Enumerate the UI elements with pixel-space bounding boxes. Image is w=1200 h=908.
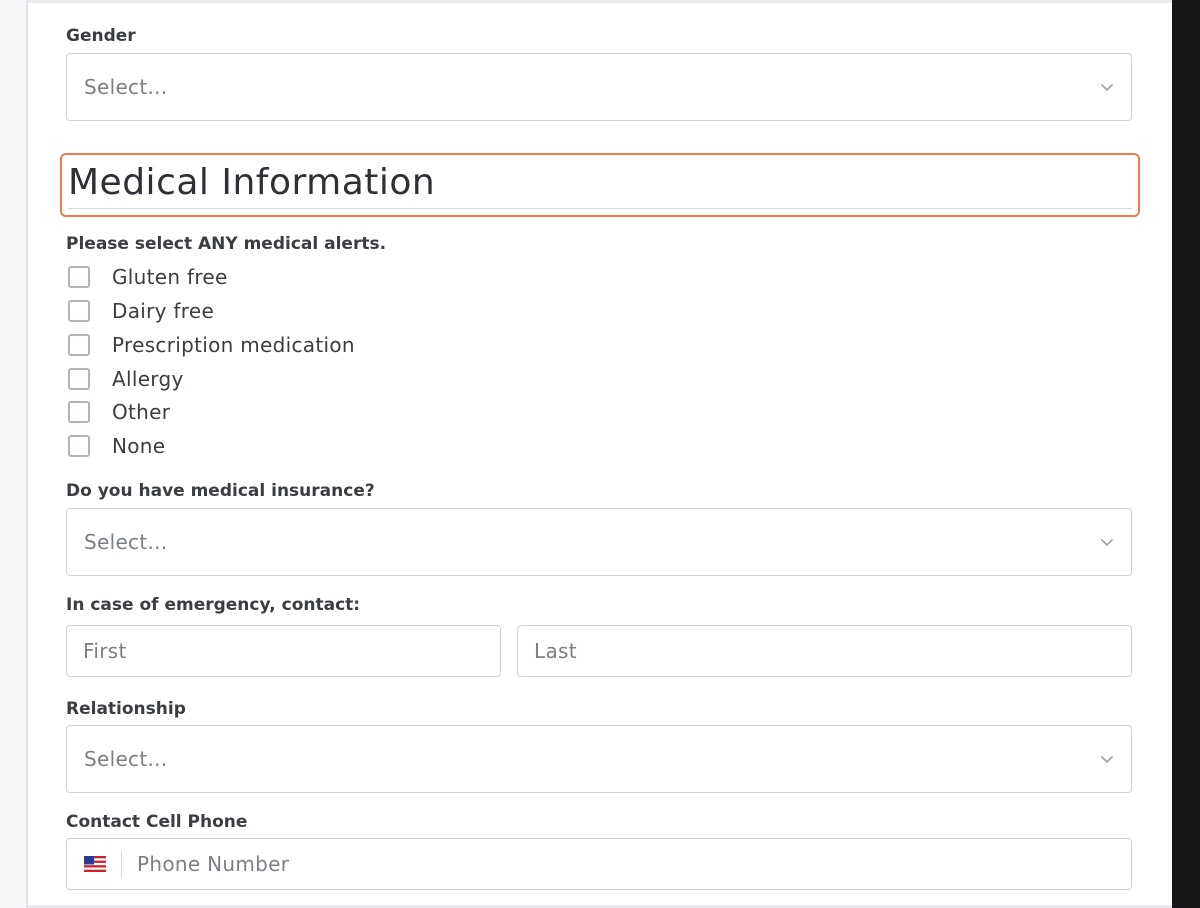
section-title: Medical Information bbox=[68, 162, 436, 203]
gender-label: Gender bbox=[66, 26, 136, 46]
chevron-down-icon bbox=[1101, 539, 1113, 546]
phone-placeholder: Phone Number bbox=[137, 852, 290, 876]
gender-placeholder: Select... bbox=[84, 75, 168, 99]
checkbox-box[interactable] bbox=[68, 300, 90, 322]
heading-divider bbox=[68, 208, 1132, 209]
checkbox-label: Prescription medication bbox=[112, 333, 355, 357]
cell-phone-input[interactable]: Phone Number bbox=[66, 838, 1132, 890]
left-gutter bbox=[0, 0, 28, 908]
emergency-label: In case of emergency, contact: bbox=[66, 595, 361, 615]
cell-phone-label: Contact Cell Phone bbox=[66, 812, 248, 832]
last-placeholder: Last bbox=[534, 639, 577, 663]
section-heading: Medical Information bbox=[60, 153, 1140, 217]
checkbox-label: Allergy bbox=[112, 367, 184, 391]
insurance-select[interactable]: Select... bbox=[66, 508, 1132, 576]
checkbox-gluten-free[interactable]: Gluten free bbox=[66, 264, 466, 294]
checkbox-allergy[interactable]: Allergy bbox=[66, 366, 466, 396]
medical-alerts-label: Please select ANY medical alerts. bbox=[66, 234, 387, 254]
checkbox-dairy-free[interactable]: Dairy free bbox=[66, 298, 466, 328]
checkbox-prescription-medication[interactable]: Prescription medication bbox=[66, 332, 466, 362]
gender-select[interactable]: Select... bbox=[66, 53, 1132, 121]
first-placeholder: First bbox=[83, 639, 127, 663]
phone-divider bbox=[121, 851, 122, 879]
checkbox-box[interactable] bbox=[68, 266, 90, 288]
relationship-label: Relationship bbox=[66, 699, 186, 719]
relationship-placeholder: Select... bbox=[84, 747, 168, 771]
us-flag-icon[interactable] bbox=[84, 856, 106, 872]
emergency-first-name-input[interactable]: First bbox=[66, 625, 501, 677]
checkbox-box[interactable] bbox=[68, 435, 90, 457]
relationship-select[interactable]: Select... bbox=[66, 725, 1132, 793]
checkbox-label: Gluten free bbox=[112, 265, 228, 289]
insurance-placeholder: Select... bbox=[84, 530, 168, 554]
chevron-down-icon bbox=[1101, 756, 1113, 763]
checkbox-label: Dairy free bbox=[112, 299, 215, 323]
checkbox-box[interactable] bbox=[68, 401, 90, 423]
checkbox-box[interactable] bbox=[68, 334, 90, 356]
checkbox-other[interactable]: Other bbox=[66, 399, 466, 429]
right-scroll-edge[interactable] bbox=[1172, 0, 1200, 908]
emergency-last-name-input[interactable]: Last bbox=[517, 625, 1132, 677]
checkbox-label: Other bbox=[112, 400, 171, 424]
insurance-label: Do you have medical insurance? bbox=[66, 481, 375, 501]
chevron-down-icon bbox=[1101, 84, 1113, 91]
frame-top-border bbox=[0, 0, 1172, 3]
checkbox-box[interactable] bbox=[68, 368, 90, 390]
checkbox-none[interactable]: None bbox=[66, 433, 466, 463]
checkbox-label: None bbox=[112, 434, 166, 458]
